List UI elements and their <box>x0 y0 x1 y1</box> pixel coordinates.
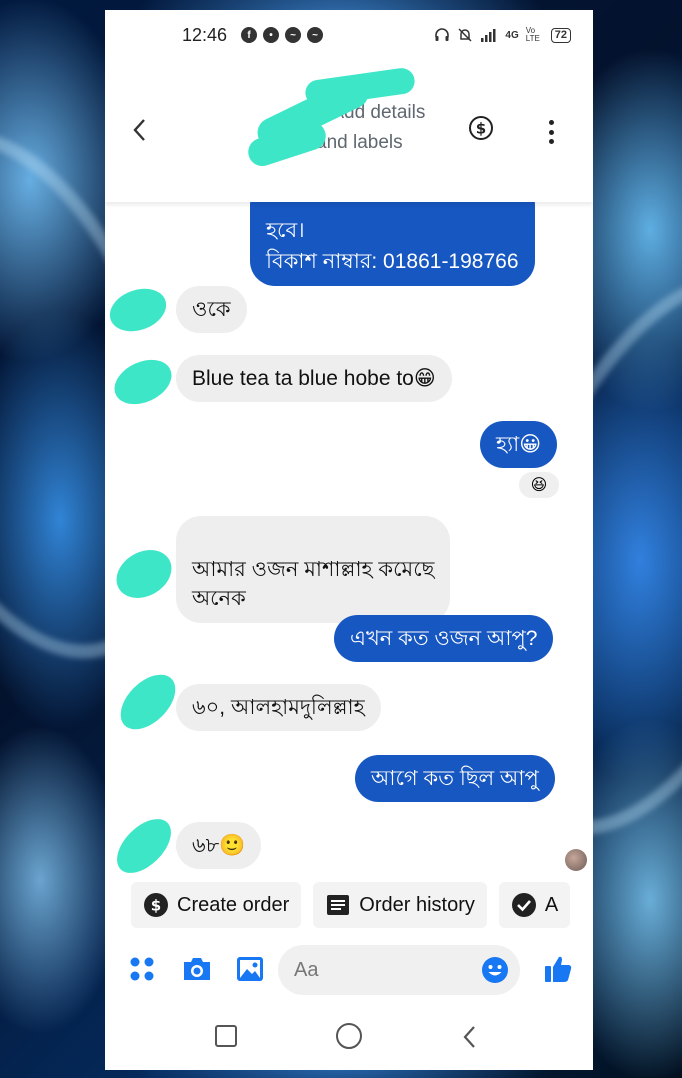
messenger-icon: • <box>263 27 280 43</box>
dollar-circle-icon: $ <box>469 116 493 140</box>
battery-indicator: 72 <box>550 27 571 43</box>
conversation-header: . . . .. + Add details and labels $ <box>105 60 593 202</box>
message-text: আগে কত ছিল আপু <box>371 767 539 790</box>
facebook-icon: f <box>241 27 258 43</box>
apps-button[interactable] <box>129 956 155 987</box>
create-order-button[interactable]: $ Create order <box>131 882 302 928</box>
status-right: 4G Vo LTE 72 <box>434 27 571 43</box>
status-bar: 12:46 f • ~ ~ 4G Vo LTE 72 <box>105 10 593 60</box>
chevron-left-icon <box>133 119 145 141</box>
seen-avatar <box>565 849 587 871</box>
avatar <box>110 664 186 740</box>
four-dots-icon <box>130 957 154 981</box>
message-bubble-incoming[interactable]: আমার ওজন মাশাল্লাহ কমেছে অনেক <box>176 516 451 623</box>
create-order-label: Create order <box>177 893 290 916</box>
third-action-button[interactable]: A <box>498 882 571 928</box>
avatar <box>107 809 181 883</box>
chevron-left-icon <box>463 1026 475 1048</box>
message-text: এখন কত ওজন আপু? <box>350 627 538 650</box>
system-navigation-bar <box>105 1008 593 1068</box>
back-button[interactable] <box>129 116 159 146</box>
message-text: আমার ওজন মাশাল্লাহ কমেছে অনেক <box>192 558 435 610</box>
payment-button[interactable]: $ <box>468 115 494 141</box>
home-button[interactable] <box>336 1023 362 1049</box>
receipt-icon <box>327 895 350 915</box>
status-time: 12:46 <box>182 24 228 45</box>
recent-apps-button[interactable] <box>215 1025 237 1047</box>
headphones-icon <box>435 28 450 41</box>
emoji-button[interactable] <box>481 956 509 984</box>
message-text: ওকে <box>192 298 231 321</box>
camera-button[interactable] <box>181 956 213 987</box>
check-circle-icon <box>511 893 536 917</box>
message-list[interactable]: হবে। বিকাশ নাম্বার: 01861-198766 ওকে Blu… <box>105 180 593 883</box>
svg-text:$: $ <box>476 120 486 138</box>
more-dots-icon <box>548 120 554 125</box>
messenger-icon: ~ <box>307 27 324 43</box>
more-options-button[interactable] <box>539 118 563 146</box>
smiley-icon <box>482 957 508 983</box>
svg-text:$: $ <box>151 897 161 915</box>
message-bubble-incoming[interactable]: ৬০, আলহামদুলিল্লাহ <box>176 684 381 731</box>
composer-bar: Aa <box>105 940 593 1000</box>
message-text: হ্যা😀 <box>496 433 542 456</box>
message-bubble-outgoing[interactable]: এখন কত ওজন আপু? <box>334 615 554 662</box>
gallery-button[interactable] <box>236 956 264 987</box>
avatar <box>105 281 173 339</box>
dollar-circle-icon: $ <box>144 893 168 917</box>
camera-icon <box>184 958 210 980</box>
more-dots-icon <box>548 129 554 135</box>
messenger-icon: ~ <box>285 27 302 43</box>
message-bubble-incoming[interactable]: ৬৮🙂 <box>176 822 262 869</box>
mute-icon <box>458 28 472 42</box>
message-bubble-outgoing[interactable]: আগে কত ছিল আপু <box>355 755 555 802</box>
order-history-label: Order history <box>359 893 475 916</box>
message-text: ৬০, আলহামদুলিল্লাহ <box>192 696 365 719</box>
message-bubble-outgoing[interactable]: হ্যা😀 <box>480 421 558 468</box>
notification-icons: f • ~ ~ <box>241 27 324 43</box>
volte-label: Vo LTE <box>525 26 540 43</box>
phone-screen: 12:46 f • ~ ~ 4G Vo LTE 72 . . . .. + Ad… <box>105 10 593 1070</box>
like-button[interactable] <box>543 954 573 989</box>
message-reaction[interactable]: 😆 <box>517 470 561 500</box>
quick-actions: $ Create order Order history A <box>105 882 593 930</box>
more-dots-icon <box>548 139 554 144</box>
message-text: ৬৮🙂 <box>192 834 246 857</box>
message-bubble-incoming[interactable]: Blue tea ta blue hobe to😁 <box>176 355 452 402</box>
message-bubble-incoming[interactable]: ওকে <box>176 286 247 333</box>
thumbs-up-icon <box>545 956 572 982</box>
order-history-button[interactable]: Order history <box>313 882 487 928</box>
image-icon <box>237 957 263 981</box>
avatar <box>107 540 181 608</box>
third-action-label: A <box>544 893 559 916</box>
message-text: Blue tea ta blue hobe to😁 <box>192 367 436 390</box>
message-text: হবে। বিকাশ নাম্বার: 01861-198766 <box>266 219 519 273</box>
system-back-button[interactable] <box>460 1023 480 1051</box>
signal-icon <box>481 29 496 42</box>
network-label: 4G <box>505 29 519 41</box>
avatar <box>107 351 179 413</box>
